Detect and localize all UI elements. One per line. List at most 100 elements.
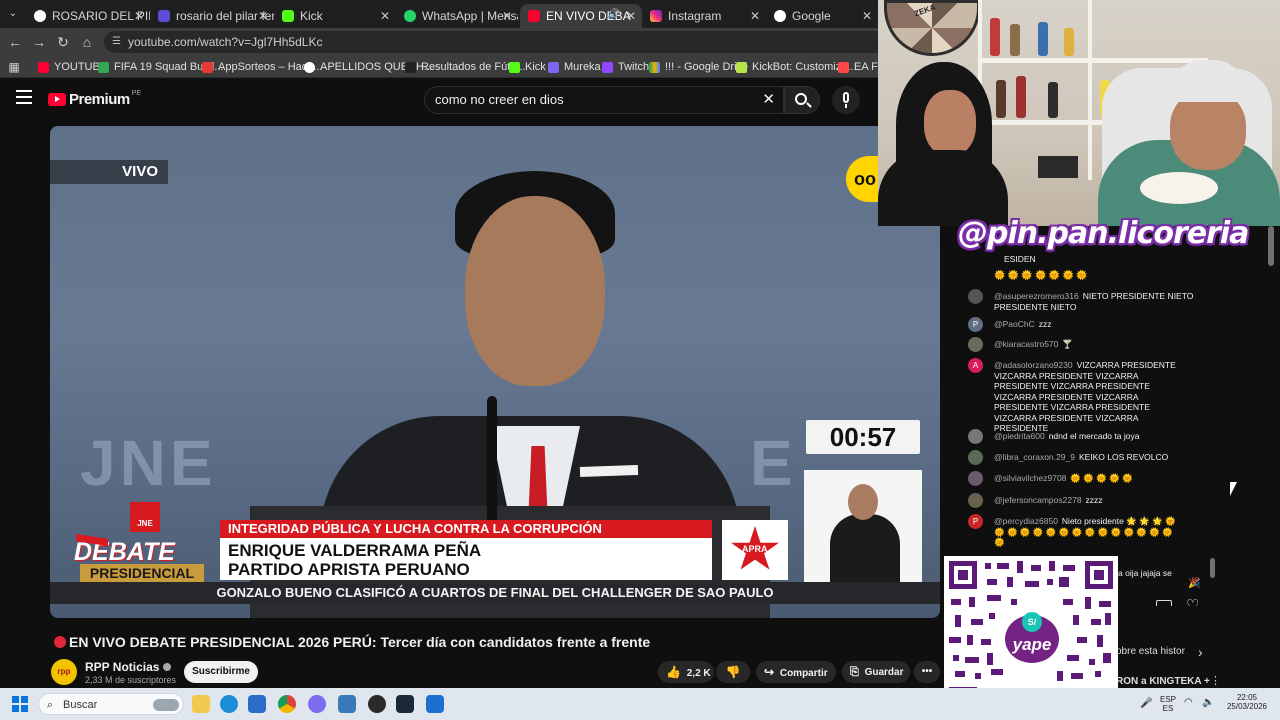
- chat-username[interactable]: @piedrita600: [994, 431, 1045, 441]
- chat-bottom-hint-2[interactable]: RON a KINGTEKA +: [1116, 676, 1210, 687]
- spreadsheet-icon[interactable]: [338, 695, 356, 713]
- subscriber-count: 2,33 M de suscriptores: [85, 675, 177, 685]
- clock[interactable]: 22:05 25/03/2026: [1222, 693, 1272, 711]
- chat-username[interactable]: @jefersoncampos2278: [994, 495, 1082, 505]
- chat-username[interactable]: @PaoChC: [994, 319, 1035, 329]
- tab-instagram[interactable]: Instagram ✕: [642, 4, 766, 28]
- search-value: como no creer en dios: [435, 92, 564, 107]
- edge-icon[interactable]: [220, 695, 238, 713]
- discord-icon[interactable]: [308, 695, 326, 713]
- kick-favicon-icon: [282, 10, 294, 22]
- language-indicator[interactable]: ESP ES: [1160, 695, 1176, 713]
- drive-icon: [649, 61, 660, 73]
- youtube-icon: [38, 61, 49, 73]
- user-avatar[interactable]: [968, 429, 983, 444]
- chat-text: @jefersoncampos2278 zzzz: [994, 495, 1194, 506]
- close-icon[interactable]: ✕: [134, 9, 144, 23]
- super-chat-icon[interactable]: [1156, 600, 1172, 606]
- back-icon[interactable]: ←: [6, 33, 24, 51]
- audio-playing-icon[interactable]: 🔊: [608, 9, 620, 20]
- subscribe-button[interactable]: Suscribirme: [184, 661, 258, 683]
- chat-username[interactable]: @adasolorzano9230: [994, 360, 1073, 370]
- chat-bottom-hint-1[interactable]: obre esta histor: [1116, 646, 1185, 657]
- close-icon[interactable]: ✕: [626, 9, 636, 23]
- user-avatar[interactable]: [968, 471, 983, 486]
- clear-search-icon[interactable]: ✕: [762, 87, 775, 113]
- apps-grid-icon[interactable]: ▦: [5, 58, 23, 76]
- search-icon: ⌕: [47, 699, 54, 711]
- tab-whatsapp[interactable]: WhatsApp | Mensaje ✕: [396, 4, 518, 28]
- chevron-right-icon[interactable]: ›: [1198, 644, 1203, 660]
- bookmark-twitch[interactable]: Twitch: [602, 59, 649, 75]
- reload-icon[interactable]: ↻: [54, 33, 72, 51]
- speaker-icon[interactable]: 🔈: [1202, 697, 1214, 708]
- share-button[interactable]: ↪ Compartir: [756, 661, 836, 683]
- file-explorer-icon[interactable]: [192, 695, 210, 713]
- chat-username[interactable]: @asuperezromero316: [994, 291, 1079, 301]
- close-icon[interactable]: ✕: [380, 9, 390, 23]
- channel-name[interactable]: RPP Noticias: [85, 660, 171, 674]
- clock-time: 22:05: [1236, 693, 1258, 702]
- search-button[interactable]: [784, 86, 820, 114]
- bookmark-youtube[interactable]: YOUTUBE: [38, 59, 107, 75]
- tab-rosario-2[interactable]: rosario del pilar ferna ✕: [150, 4, 274, 28]
- search-input[interactable]: como no creer en dios ✕: [424, 86, 784, 114]
- user-avatar[interactable]: [968, 337, 983, 352]
- youtube-logo[interactable]: Premium PE: [48, 90, 141, 108]
- user-avatar[interactable]: A: [968, 358, 983, 373]
- taskbar-search[interactable]: ⌕ Buscar: [38, 693, 184, 715]
- store-icon[interactable]: [248, 695, 266, 713]
- forward-icon[interactable]: →: [30, 33, 48, 51]
- obs-icon[interactable]: [368, 695, 386, 713]
- bookmark-drive[interactable]: !!! - Google Drive: [649, 59, 748, 75]
- more-vert-icon[interactable]: ⋮: [1210, 674, 1221, 687]
- tab-google[interactable]: Google ✕: [766, 4, 878, 28]
- chat-scroll-thumb[interactable]: [1210, 558, 1215, 578]
- dislike-button[interactable]: 👎: [716, 661, 750, 683]
- chat-message-text: zzz: [1038, 319, 1052, 329]
- video-player[interactable]: JNE E VIVO oo 00:57 JNE DEBATE PRESIDENC…: [50, 126, 940, 618]
- heart-icon[interactable]: ♡: [1186, 596, 1199, 606]
- page-scrollbar[interactable]: [1268, 226, 1274, 266]
- user-avatar[interactable]: [968, 493, 983, 508]
- wifi-icon[interactable]: ◠: [1184, 697, 1193, 708]
- menu-icon[interactable]: [16, 90, 32, 104]
- mic-icon: [843, 92, 849, 103]
- user-avatar[interactable]: [968, 289, 983, 304]
- chat-username[interactable]: @kiaracastro570: [994, 339, 1058, 349]
- chat-username[interactable]: @libra_coraxon.29_9: [994, 452, 1075, 462]
- bookmark-resultados[interactable]: Resultados de Fútb...: [405, 59, 526, 75]
- like-button[interactable]: 👍 2,2 K: [658, 661, 714, 683]
- chrome-icon[interactable]: [278, 695, 296, 713]
- streamer-right-cap: [1168, 60, 1248, 102]
- close-icon[interactable]: ✕: [862, 9, 872, 23]
- close-icon[interactable]: ✕: [750, 9, 760, 23]
- share-icon: ↪: [764, 665, 775, 679]
- voice-search-button[interactable]: [832, 86, 860, 114]
- volume-icon[interactable]: 🎤: [1140, 698, 1152, 709]
- tab-rosario[interactable]: ROSARIO DEL PILAR ✕: [26, 4, 150, 28]
- bookmark-label: Twitch: [618, 61, 650, 73]
- chat-username[interactable]: @percydiaz6850: [994, 516, 1058, 526]
- tab-search-icon[interactable]: ⌄: [4, 5, 22, 23]
- channel-avatar[interactable]: rpp: [51, 659, 77, 685]
- user-avatar[interactable]: P: [968, 514, 983, 529]
- bookmark-kick[interactable]: Kick: [509, 59, 546, 75]
- site-info-icon[interactable]: ☰: [112, 31, 121, 53]
- steam-icon[interactable]: [396, 695, 414, 713]
- home-icon[interactable]: ⌂: [78, 33, 96, 51]
- windows-start-icon[interactable]: [12, 696, 28, 712]
- save-button[interactable]: ⎘ Guardar: [842, 661, 910, 683]
- tab-kick[interactable]: Kick ✕: [274, 4, 396, 28]
- close-icon[interactable]: ✕: [258, 9, 268, 23]
- app-icon[interactable]: [426, 695, 444, 713]
- tab-youtube-active[interactable]: EN VIVO DEBA 🔊 ✕: [520, 4, 642, 28]
- more-actions-button[interactable]: •••: [914, 661, 940, 683]
- user-avatar[interactable]: [968, 450, 983, 465]
- chat-username[interactable]: @silviavilchez9708: [994, 473, 1066, 483]
- close-icon[interactable]: ✕: [502, 9, 512, 23]
- user-avatar[interactable]: P: [968, 317, 983, 332]
- bookmark-mureka[interactable]: Mureka: [548, 59, 601, 75]
- gift-icon[interactable]: 🎉: [1188, 578, 1200, 589]
- chat-message-text: KEIKO LOS REVOLCO: [1078, 452, 1169, 462]
